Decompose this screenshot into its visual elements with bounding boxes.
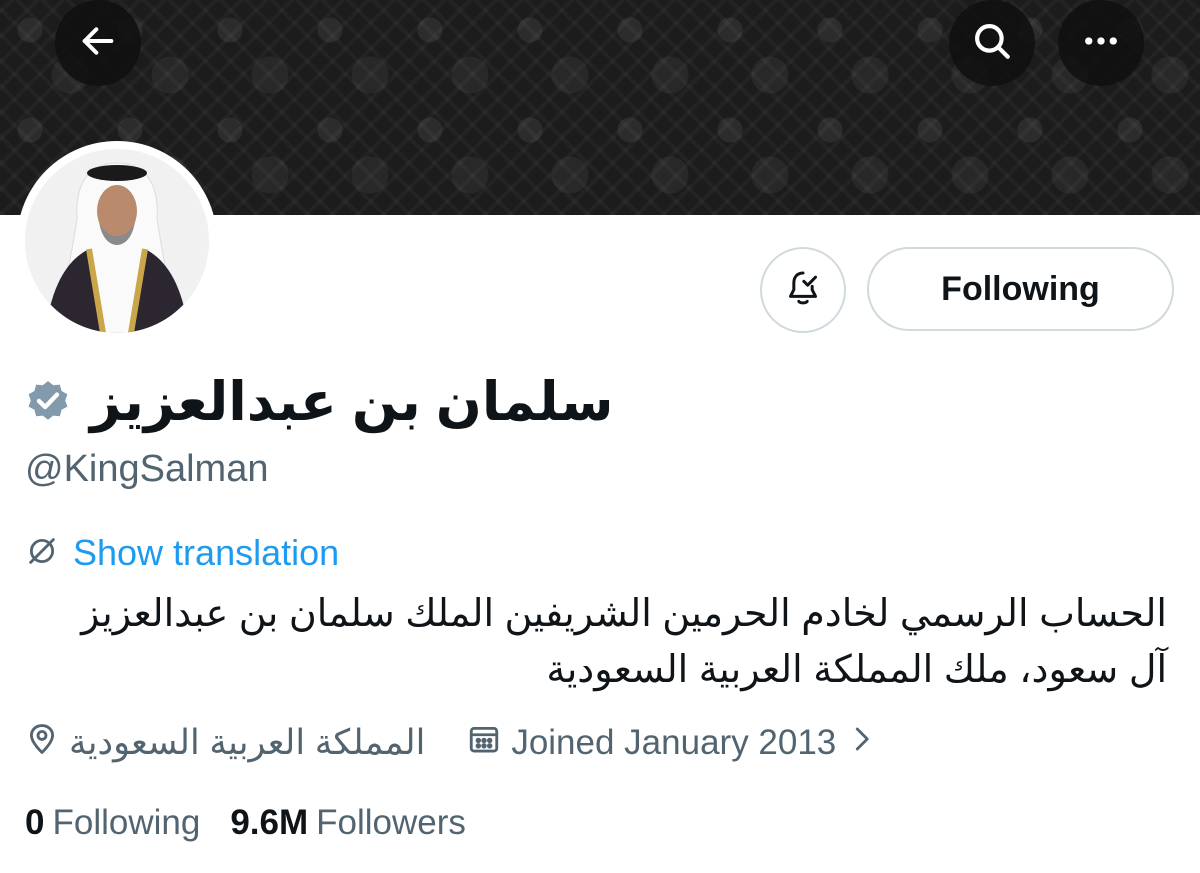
globe-translate-icon <box>25 534 59 573</box>
more-horizontal-icon <box>1080 20 1122 67</box>
bio-line: الحساب الرسمي لخادم الحرمين الشريفين الم… <box>81 593 1167 635</box>
arrow-left-icon <box>78 21 118 66</box>
verified-badge-icon[interactable] <box>24 378 72 426</box>
bio-line: آل سعود، ملك المملكة العربية السعودية <box>546 649 1167 691</box>
following-button[interactable]: Following <box>867 247 1174 331</box>
bell-check-icon <box>783 268 823 313</box>
chevron-right-icon <box>846 722 876 765</box>
search-icon <box>971 20 1013 67</box>
location: المملكة العربية السعودية <box>25 722 425 765</box>
avatar[interactable] <box>17 141 217 341</box>
joined-label: Joined January 2013 <box>511 723 837 762</box>
more-options-button[interactable] <box>1058 0 1144 86</box>
user-handle: @KingSalman <box>25 448 269 490</box>
following-count-link[interactable]: 0 Following <box>25 803 200 843</box>
calendar-icon <box>467 722 501 765</box>
following-count: 0 <box>25 803 45 842</box>
back-button[interactable] <box>55 0 141 86</box>
location-label: المملكة العربية السعودية <box>69 723 426 762</box>
followers-count: 9.6M <box>230 803 309 842</box>
followers-count-link[interactable]: 9.6M Followers <box>230 803 466 843</box>
followers-label: Followers <box>316 803 466 842</box>
joined-date[interactable]: Joined January 2013 <box>467 722 876 765</box>
profile-meta: المملكة العربية السعودية Joined January … <box>25 720 876 766</box>
search-button[interactable] <box>949 0 1035 86</box>
show-translation-link[interactable]: Show translation <box>25 530 339 576</box>
avatar-image <box>25 149 209 333</box>
show-translation-label[interactable]: Show translation <box>73 532 339 574</box>
notifications-button[interactable] <box>760 247 846 333</box>
profile-bio: الحساب الرسمي لخادم الحرمين الشريفين الم… <box>25 586 1167 698</box>
name-row: سلمان بن عبدالعزيز <box>24 362 613 442</box>
following-label: Following <box>52 803 201 842</box>
location-pin-icon <box>25 722 59 765</box>
follow-stats: 0 Following 9.6M Followers <box>25 800 466 846</box>
display-name: سلمان بن عبدالعزيز <box>90 372 614 432</box>
